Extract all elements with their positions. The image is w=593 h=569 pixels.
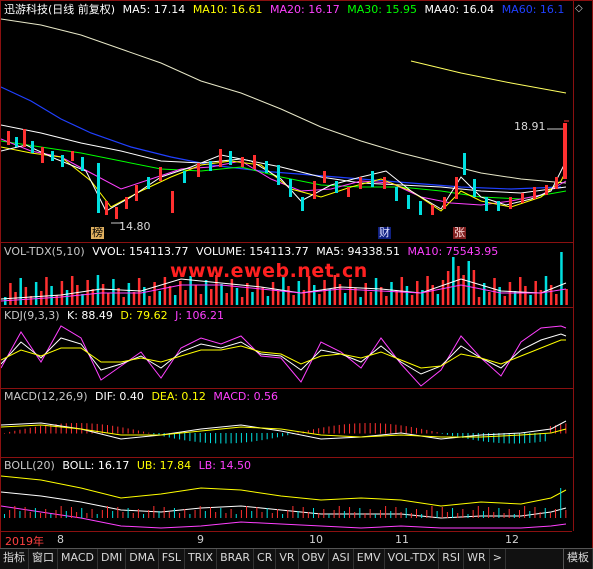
axis-label-8: 8 <box>57 533 64 546</box>
tab-emv[interactable]: EMV <box>354 549 385 569</box>
macd-panel[interactable]: MACD(12,26,9) DIF: 0.40 DEA: 0.12 MACD: … <box>1 388 573 457</box>
tab-dmi[interactable]: DMI <box>98 549 127 569</box>
boll-panel[interactable]: BOLL(20) BOLL: 16.17 UB: 17.84 LB: 14.50 <box>1 457 573 532</box>
axis-label-12: 12 <box>505 533 519 546</box>
tab-asi[interactable]: ASI <box>329 549 354 569</box>
tab-indicators[interactable]: 指标 <box>0 549 29 569</box>
tab-vr[interactable]: VR <box>276 549 299 569</box>
tab-obv[interactable]: OBV <box>299 549 329 569</box>
tag-zhang[interactable]: 张 <box>453 227 466 239</box>
tab-trix[interactable]: TRIX <box>185 549 218 569</box>
candlestick-chart <box>1 18 569 224</box>
date-axis: 2019年 8 9 10 11 12 <box>1 531 572 548</box>
tab-vol-tdx[interactable]: VOL-TDX <box>385 549 440 569</box>
right-margin <box>573 0 592 531</box>
watermark-text: www.eweb.net.cn <box>170 260 368 282</box>
tab-template[interactable]: 模板 <box>563 549 593 569</box>
tab-cr[interactable]: CR <box>254 549 277 569</box>
tab-brar[interactable]: BRAR <box>217 549 255 569</box>
collapse-arrow-icon[interactable]: ◇ <box>575 3 583 14</box>
tab-wr[interactable]: WR <box>464 549 490 569</box>
tab-macd[interactable]: MACD <box>58 549 98 569</box>
high-price-label: 18.91 <box>514 120 546 133</box>
indicator-tab-bar: 指标 窗口 MACD DMI DMA FSL TRIX BRAR CR VR O… <box>0 548 593 569</box>
low-price-label: 14.80 <box>119 220 151 233</box>
tab-rsi[interactable]: RSI <box>439 549 465 569</box>
axis-label-9: 9 <box>197 533 204 546</box>
tab-scroll-right[interactable]: > <box>490 549 506 569</box>
axis-label-11: 11 <box>395 533 409 546</box>
kdj-chart <box>1 325 567 387</box>
macd-chart <box>1 420 567 444</box>
axis-label-year: 2019年 <box>5 535 44 548</box>
boll-chart <box>1 475 567 529</box>
tab-dma[interactable]: DMA <box>126 549 159 569</box>
axis-label-10: 10 <box>309 533 323 546</box>
tag-cai[interactable]: 财 <box>378 227 391 239</box>
tag-bang[interactable]: 榜 <box>91 227 104 239</box>
tab-fsl[interactable]: FSL <box>159 549 185 569</box>
kdj-panel[interactable]: KDJ(9,3,3) K: 88.49 D: 79.62 J: 106.21 <box>1 307 573 388</box>
main-panel[interactable]: 迅游科技(日线 前复权) MA5: 17.14 MA10: 16.61 MA20… <box>1 1 573 241</box>
tab-window[interactable]: 窗口 <box>29 549 58 569</box>
